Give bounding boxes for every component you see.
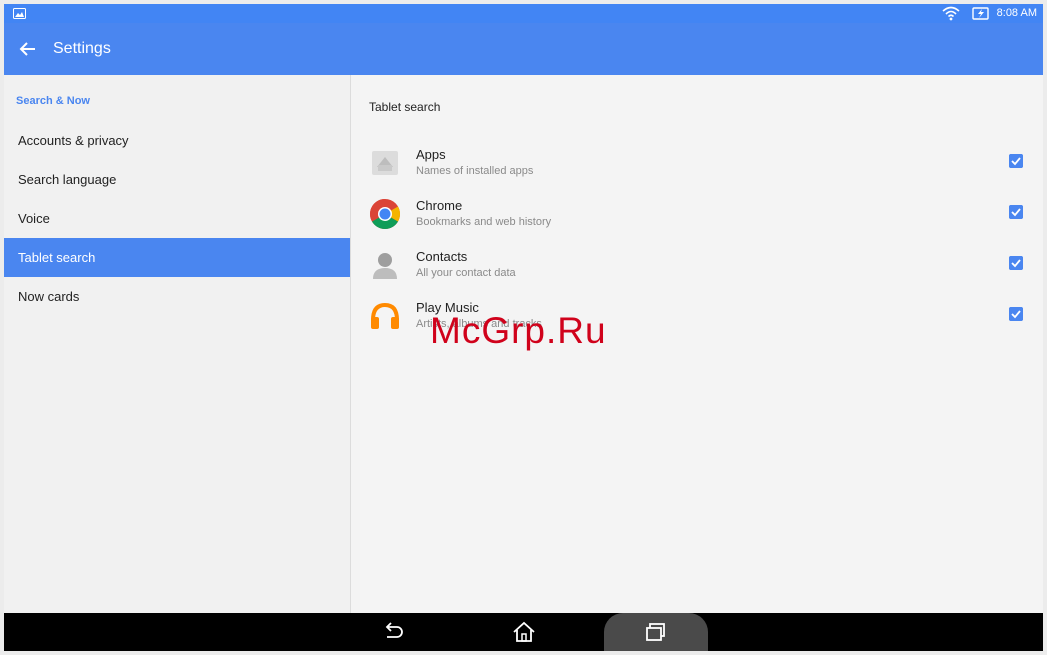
apps-icon xyxy=(372,151,398,175)
home-nav-icon[interactable] xyxy=(511,619,537,645)
row-sublabel: Bookmarks and web history xyxy=(416,216,552,228)
watermark: McGrp.Ru xyxy=(430,310,607,351)
battery-charging-icon xyxy=(972,7,989,20)
play-music-icon xyxy=(371,302,399,329)
sidebar-item-now-cards[interactable]: Now cards xyxy=(4,277,350,316)
system-nav-bar xyxy=(4,613,1043,651)
page-title: Settings xyxy=(53,40,111,57)
chrome-checkbox[interactable] xyxy=(1009,205,1023,219)
sidebar-item-voice[interactable]: Voice xyxy=(4,199,350,238)
sidebar-item-accounts-privacy[interactable]: Accounts & privacy xyxy=(4,121,350,160)
search-source-row-apps[interactable]: Apps Names of installed apps xyxy=(351,140,1043,191)
row-sublabel: All your contact data xyxy=(416,267,516,279)
wifi-icon xyxy=(942,6,960,21)
settings-sidebar: Search & Now Accounts & privacy Search l… xyxy=(4,75,351,613)
section-title: Tablet search xyxy=(369,100,441,114)
sidebar-item-tablet-search[interactable]: Tablet search xyxy=(4,238,350,277)
row-label: Apps xyxy=(416,147,446,162)
recents-nav-icon[interactable] xyxy=(643,619,669,645)
contacts-checkbox[interactable] xyxy=(1009,256,1023,270)
contacts-icon xyxy=(373,253,397,279)
apps-checkbox[interactable] xyxy=(1009,154,1023,168)
row-sublabel: Names of installed apps xyxy=(416,165,534,177)
chrome-icon xyxy=(369,199,401,230)
search-source-row-contacts[interactable]: Contacts All your contact data xyxy=(351,242,1043,293)
device-screen: 8:08 AM Settings Search & Now Accounts &… xyxy=(4,4,1043,651)
back-arrow-icon[interactable] xyxy=(18,39,38,59)
sidebar-item-search-language[interactable]: Search language xyxy=(4,160,350,199)
search-source-row-chrome[interactable]: Chrome Bookmarks and web history xyxy=(351,191,1043,242)
row-label: Contacts xyxy=(416,249,468,264)
status-time: 8:08 AM xyxy=(996,7,1037,19)
row-label: Chrome xyxy=(416,198,463,213)
back-nav-icon[interactable] xyxy=(380,619,406,645)
gallery-notification-icon xyxy=(13,8,26,19)
play-music-checkbox[interactable] xyxy=(1009,307,1023,321)
sidebar-header: Search & Now xyxy=(16,95,90,107)
status-bar: 8:08 AM xyxy=(4,4,1043,23)
app-bar: Settings xyxy=(4,23,1043,75)
